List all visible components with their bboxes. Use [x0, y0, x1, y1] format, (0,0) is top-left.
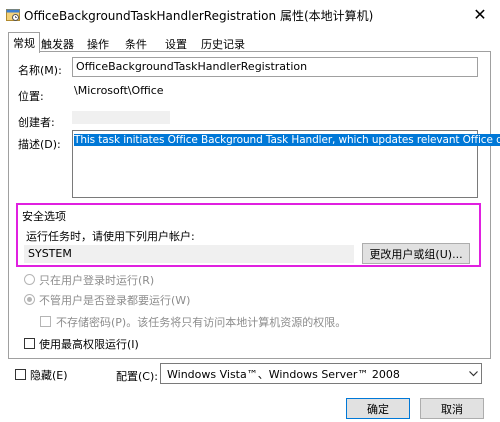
description-text: This task initiates Office Background Ta…	[74, 134, 500, 146]
close-button[interactable]: ✕	[466, 2, 494, 26]
radio-run-whether-logged-on[interactable]	[24, 294, 35, 305]
author-label: 创建者:	[18, 116, 55, 129]
ok-button[interactable]: 确定	[346, 398, 410, 419]
radio-run-whether-logged-on-label: 不管用户是否登录都要运行(W)	[39, 294, 191, 307]
close-icon: ✕	[473, 4, 487, 24]
radio-run-logged-on[interactable]	[24, 274, 35, 285]
security-options-label: 安全选项	[22, 210, 66, 223]
description-label: 描述(D):	[18, 138, 61, 151]
highest-privileges-checkbox[interactable]	[24, 338, 35, 349]
configure-select-value: Windows Vista™、Windows Server™ 2008	[167, 367, 400, 381]
configure-label: 配置(C):	[116, 370, 158, 383]
window-title: OfficeBackgroundTaskHandlerRegistration …	[24, 9, 374, 23]
chevron-down-icon	[465, 370, 481, 377]
radio-selected-dot	[27, 297, 32, 302]
description-field[interactable]: This task initiates Office Background Ta…	[72, 130, 500, 198]
run-as-label: 运行任务时，请使用下列用户帐户:	[26, 230, 195, 243]
location-label: 位置:	[18, 90, 44, 103]
tab-general[interactable]: 常规	[8, 32, 40, 53]
location-value: \Microsoft\Office	[74, 84, 164, 97]
name-field[interactable]: OfficeBackgroundTaskHandlerRegistration	[72, 57, 478, 77]
do-not-store-password-label: 不存储密码(P)。该任务将只有访问本地计算机资源的权限。	[56, 316, 347, 329]
task-scheduler-icon	[6, 8, 20, 22]
hidden-label: 隐藏(E)	[30, 369, 68, 382]
configure-select[interactable]: Windows Vista™、Windows Server™ 2008	[160, 363, 482, 384]
radio-run-logged-on-label: 只在用户登录时运行(R)	[39, 274, 155, 287]
change-user-button[interactable]: 更改用户或组(U)...	[362, 243, 470, 264]
highest-privileges-label: 使用最高权限运行(I)	[39, 338, 139, 351]
author-value	[72, 111, 170, 124]
hidden-checkbox[interactable]	[15, 369, 26, 380]
do-not-store-password-checkbox[interactable]	[40, 316, 51, 327]
user-account-field: SYSTEM	[24, 245, 354, 263]
cancel-button[interactable]: 取消	[420, 398, 484, 419]
name-label: 名称(M):	[18, 64, 62, 77]
